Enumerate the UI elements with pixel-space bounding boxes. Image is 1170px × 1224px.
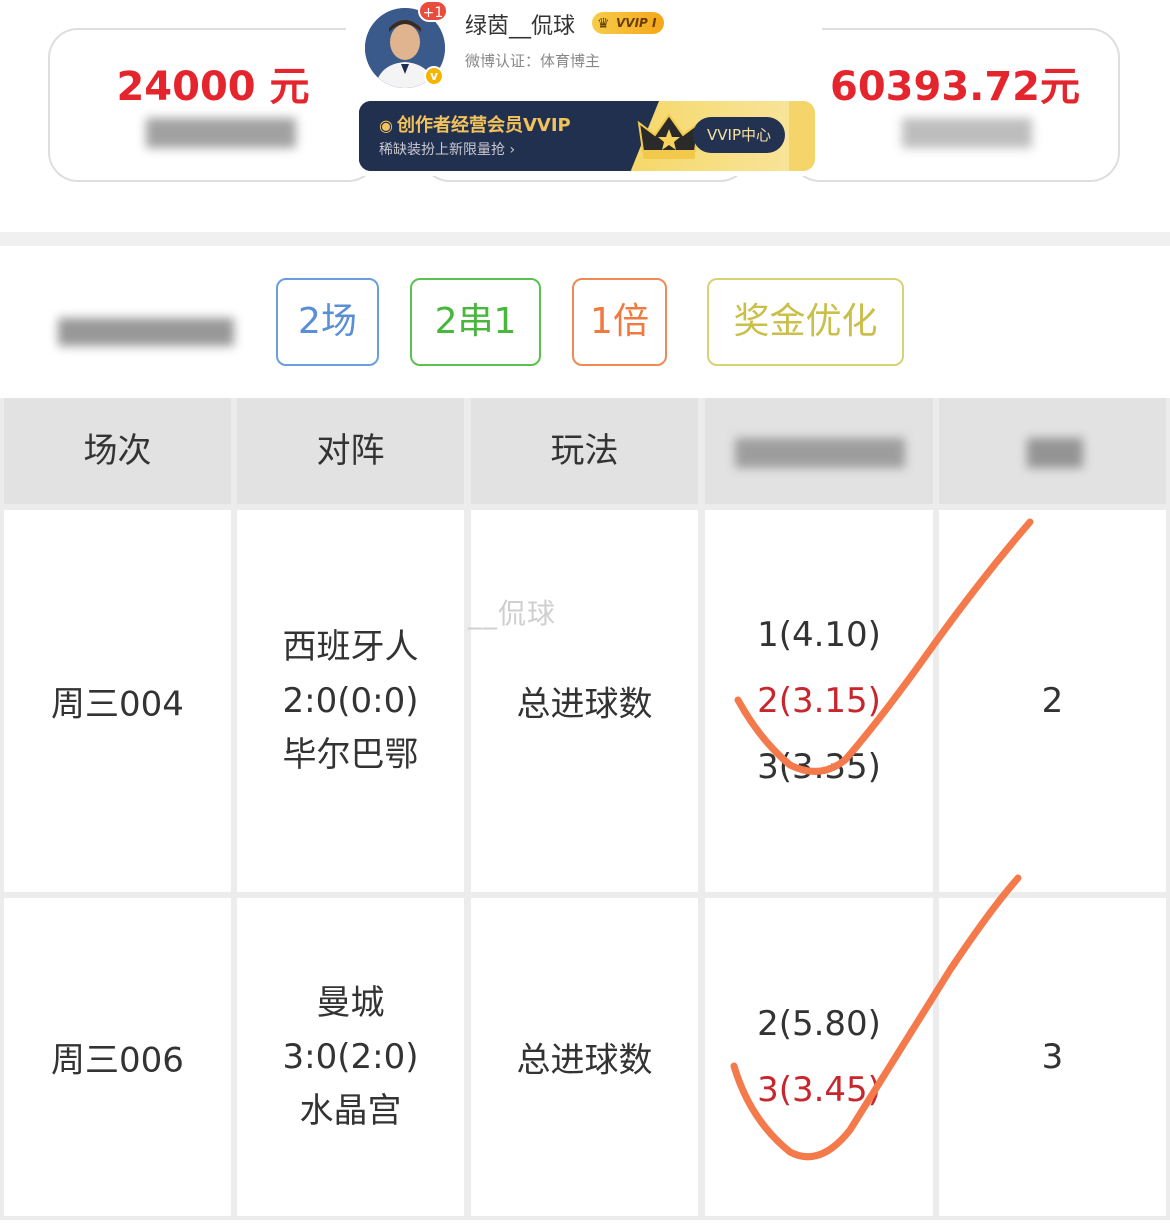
result-value: 2 [1041,681,1064,721]
header-result [939,398,1166,504]
blurred-label [58,318,234,346]
crown-icon [637,113,701,159]
odds-option-hit: 2(3.15) [757,681,881,721]
table-row-cell: 周三006 [4,898,231,1216]
header-odds [705,398,933,504]
banner-subtitle: 稀缺装扮上新限量抢 › [379,142,516,158]
table-row-cell: 西班牙人 2:0(0:0) 毕尔巴鄂 [237,510,464,892]
banner-background [789,101,815,171]
table-row-cell: 周三004 [4,510,231,892]
table-row-cell: 3 [939,898,1166,1216]
vvip-level-text: VVIP I [616,16,657,30]
odds-list: 1(4.10) 2(3.15) 3(3.35) [705,602,933,800]
banner-title: ◉ 创作者经营会员VVIP [379,111,571,137]
final-score: 3:0(2:0) [282,1037,419,1077]
blurred-label [902,118,1032,148]
parlay-type-chip[interactable]: 2串1 [410,278,541,366]
table-row-cell: 2 [939,510,1166,892]
username[interactable]: 绿茵__侃球 [465,8,575,40]
play-type: 总进球数 [516,684,653,725]
table-row-cell: 总进球数 [471,898,698,1216]
header-play-type: 玩法 [471,398,698,504]
odds-option-hit: 3(3.45) [757,1070,881,1110]
banner-title-text: 创作者经营会员VVIP [396,115,571,136]
home-team: 曼城 [316,983,385,1023]
odds-option: 2(5.80) [757,1004,881,1044]
match-number: 周三006 [51,1040,184,1081]
table-row-cell: 曼城 3:0(2:0) 水晶宫 [237,898,464,1216]
table-row-cell: 2(5.80) 3(3.45) [705,898,933,1216]
table-row-cell: 1(4.10) 2(3.15) 3(3.35) [705,510,933,892]
odds-option: 1(4.10) [757,615,881,655]
weibo-watermark: __侃球 [468,597,557,630]
crown-icon: ♛ [597,16,610,32]
matchup: 曼城 3:0(2:0) 水晶宫 [237,976,464,1138]
notification-badge: +1 [418,0,448,22]
stake-amount: 24000 元 [116,64,310,110]
odds-option: 3(3.35) [757,747,881,787]
vvip-level-badge[interactable]: ♛ VVIP I [592,12,665,34]
bonus-optimize-chip[interactable]: 奖金优化 [707,278,904,366]
away-team: 水晶宫 [299,1091,402,1131]
home-team: 西班牙人 [282,627,419,667]
section-divider [0,232,1170,246]
header-matchup: 对阵 [237,398,464,504]
vvip-banner[interactable]: ◉ 创作者经营会员VVIP 稀缺装扮上新限量抢 › VVIP中心 [359,101,815,171]
blurred-label [146,118,296,148]
odds-list: 2(5.80) 3(3.45) [705,991,933,1123]
table-row-cell: 总进球数 [471,510,698,892]
verified-icon: v [424,66,444,86]
weibo-icon: ◉ [379,116,393,135]
blurred-label [735,438,905,468]
play-type: 总进球数 [516,1040,653,1081]
final-score: 2:0(0:0) [282,681,419,721]
result-value: 3 [1041,1037,1064,1077]
blurred-label [1027,438,1083,468]
stake-card: 24000 元 [48,28,378,182]
header-match-no: 场次 [4,398,231,504]
matchup: 西班牙人 2:0(0:0) 毕尔巴鄂 [237,620,464,782]
multiplier-chip[interactable]: 1倍 [572,278,667,366]
payout-amount: 60393.72元 [829,64,1081,110]
payout-card: 60393.72元 [790,28,1120,182]
match-number: 周三004 [51,684,184,725]
vvip-center-button[interactable]: VVIP中心 [693,117,785,153]
verification-text: 微博认证：体育博主 [465,52,601,70]
matches-count-chip[interactable]: 2场 [276,278,379,366]
away-team: 毕尔巴鄂 [282,735,419,775]
